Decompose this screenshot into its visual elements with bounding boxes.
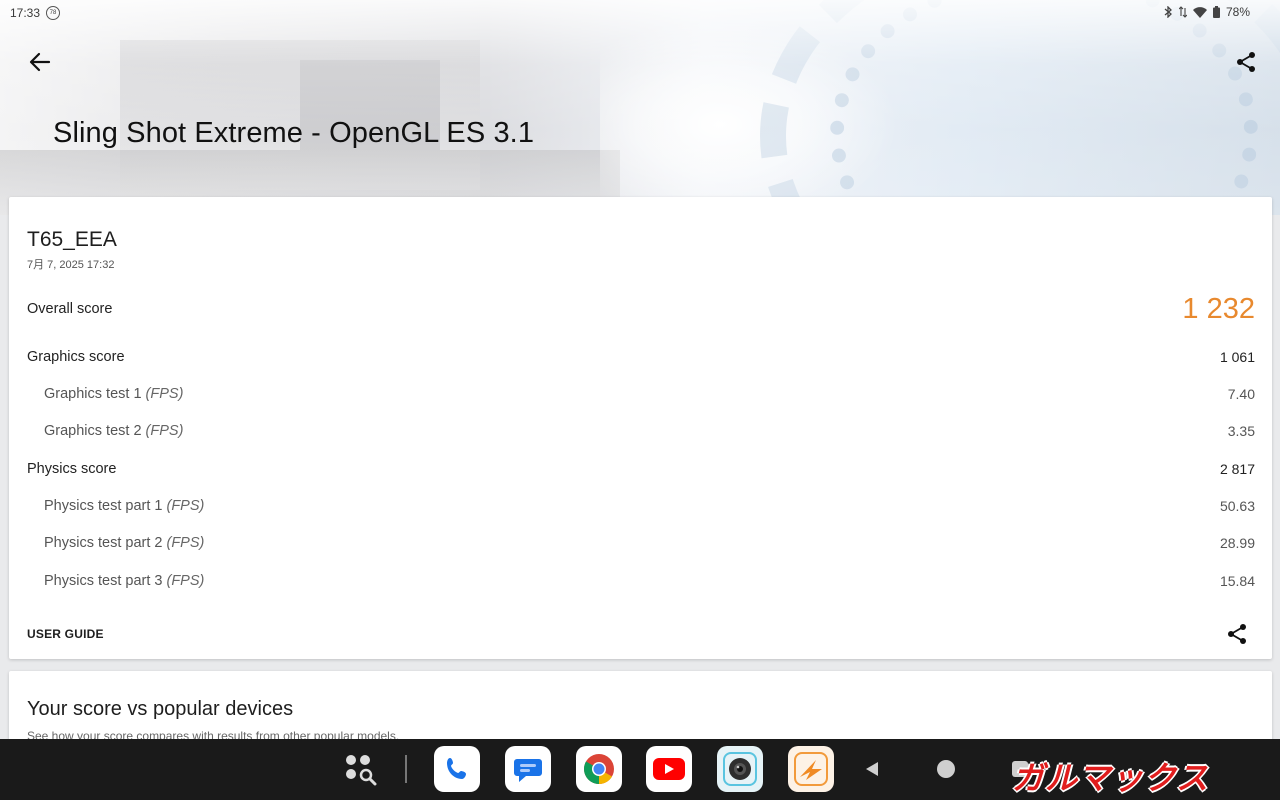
- graphics-score-label: Graphics score: [27, 349, 125, 365]
- 3dmark-icon: [794, 752, 828, 786]
- taskbar: ガルマックス: [0, 739, 1280, 800]
- battery-percent: 78%: [1225, 5, 1250, 19]
- physics-test-label: Physics test part 3 (FPS): [44, 573, 205, 589]
- watermark-logo: ガルマックス: [1012, 760, 1210, 796]
- graphics-test-2-row: Graphics test 2 (FPS) 3.35: [27, 419, 1255, 443]
- graphics-test-label: Graphics test 1 (FPS): [44, 386, 184, 402]
- graphics-test-value: 3.35: [1227, 423, 1255, 439]
- taskbar-camera[interactable]: [717, 746, 763, 792]
- overall-score-row: Overall score 1 232: [27, 293, 1255, 325]
- app-drawer-search-icon: [346, 755, 377, 786]
- graphics-score-value: 1 061: [1219, 349, 1255, 365]
- physics-test-3-row: Physics test part 3 (FPS) 15.84: [27, 569, 1255, 593]
- overall-score-value: 1 232: [1182, 292, 1255, 325]
- header-hero-image: [0, 0, 1280, 215]
- phone-icon: [447, 758, 466, 779]
- triangle-back-icon: [866, 762, 878, 776]
- chrome-icon: [583, 754, 614, 784]
- status-bar: 17:33 78 78%: [0, 0, 1280, 26]
- taskbar-divider: [405, 755, 407, 783]
- camera-icon: [723, 752, 757, 786]
- physics-test-2-row: Physics test part 2 (FPS) 28.99: [27, 531, 1255, 555]
- arrow-back-icon: [29, 52, 51, 72]
- result-card: T65_EEA 7月 7, 2025 17:32 Overall score 1…: [9, 197, 1272, 659]
- taskbar-messages[interactable]: [505, 746, 551, 792]
- share-icon: [1237, 52, 1255, 72]
- taskbar-youtube[interactable]: [646, 746, 692, 792]
- physics-test-value: 15.84: [1219, 573, 1255, 589]
- nav-back-button[interactable]: [856, 753, 888, 785]
- user-guide-link[interactable]: USER GUIDE: [27, 627, 104, 641]
- wifi-icon: [1192, 6, 1207, 18]
- graphics-test-1-row: Graphics test 1 (FPS) 7.40: [27, 382, 1255, 406]
- nav-home-button[interactable]: [930, 753, 962, 785]
- graphics-test-value: 7.40: [1227, 386, 1255, 402]
- result-date: 7月 7, 2025 17:32: [27, 259, 115, 271]
- graphics-score-row: Graphics score 1 061: [27, 345, 1255, 369]
- notification-badge: 78: [46, 6, 60, 20]
- share-result-button[interactable]: [1221, 619, 1253, 649]
- status-time: 17:33: [10, 6, 41, 20]
- bluetooth-icon: [1163, 6, 1173, 18]
- taskbar-phone[interactable]: [434, 746, 480, 792]
- messages-icon: [514, 759, 542, 782]
- physics-test-value: 28.99: [1219, 535, 1255, 551]
- share-button-header[interactable]: [1230, 46, 1262, 78]
- physics-score-value: 2 817: [1219, 461, 1255, 477]
- physics-score-row: Physics score 2 817: [27, 457, 1255, 481]
- data-arrows-icon: [1178, 6, 1187, 18]
- youtube-icon: [653, 758, 685, 780]
- overall-score-label: Overall score: [27, 301, 113, 317]
- page-title: Sling Shot Extreme - OpenGL ES 3.1: [53, 117, 535, 149]
- taskbar-chrome[interactable]: [576, 746, 622, 792]
- device-name: T65_EEA: [27, 228, 117, 251]
- physics-test-label: Physics test part 1 (FPS): [44, 498, 205, 514]
- taskbar-app-drawer[interactable]: [337, 746, 383, 792]
- physics-test-label: Physics test part 2 (FPS): [44, 535, 205, 551]
- graphics-test-label: Graphics test 2 (FPS): [44, 423, 184, 439]
- physics-score-label: Physics score: [27, 461, 117, 477]
- physics-test-value: 50.63: [1219, 498, 1255, 514]
- physics-test-1-row: Physics test part 1 (FPS) 50.63: [27, 494, 1255, 518]
- circle-home-icon: [937, 760, 955, 778]
- back-button[interactable]: [24, 46, 56, 78]
- share-icon: [1228, 624, 1246, 644]
- battery-icon: [1212, 6, 1220, 18]
- taskbar-3dmark[interactable]: [788, 746, 834, 792]
- compare-heading: Your score vs popular devices: [27, 698, 294, 720]
